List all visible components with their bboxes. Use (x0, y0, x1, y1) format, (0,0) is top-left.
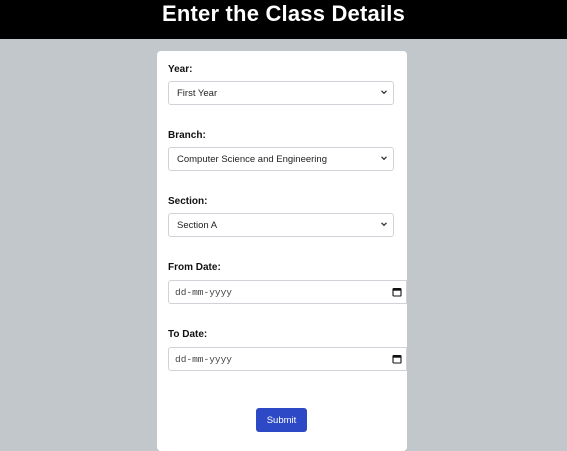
submit-button[interactable]: Submit (256, 408, 307, 432)
chevron-down-icon (381, 222, 387, 227)
to-date-label: To Date: (168, 329, 208, 340)
section-label: Section: (168, 196, 208, 207)
page-title: Enter the Class Details (161, 0, 406, 26)
from-date-placeholder: dd-mm-yyyy (175, 286, 233, 298)
chevron-down-icon (381, 156, 387, 161)
calendar-icon[interactable] (392, 354, 402, 364)
branch-select-value: Computer Science and Engineering (177, 153, 327, 165)
from-date-label: From Date: (168, 262, 221, 273)
branch-select[interactable]: Computer Science and Engineering (168, 147, 394, 171)
section-select-value: Section A (177, 219, 218, 231)
year-label: Year: (168, 64, 193, 75)
page-header: Enter the Class Details (0, 0, 567, 39)
branch-label: Branch: (168, 130, 206, 141)
calendar-icon[interactable] (392, 287, 402, 297)
to-date-placeholder: dd-mm-yyyy (175, 353, 233, 365)
chevron-down-icon (381, 90, 387, 95)
to-date-input[interactable]: dd-mm-yyyy (168, 347, 407, 371)
section-select[interactable]: Section A (168, 213, 394, 237)
year-select[interactable]: First Year (168, 81, 394, 105)
from-date-input[interactable]: dd-mm-yyyy (168, 280, 407, 304)
class-details-form: Year: First Year Branch: Computer Scienc… (157, 51, 407, 451)
year-select-value: First Year (177, 87, 218, 99)
